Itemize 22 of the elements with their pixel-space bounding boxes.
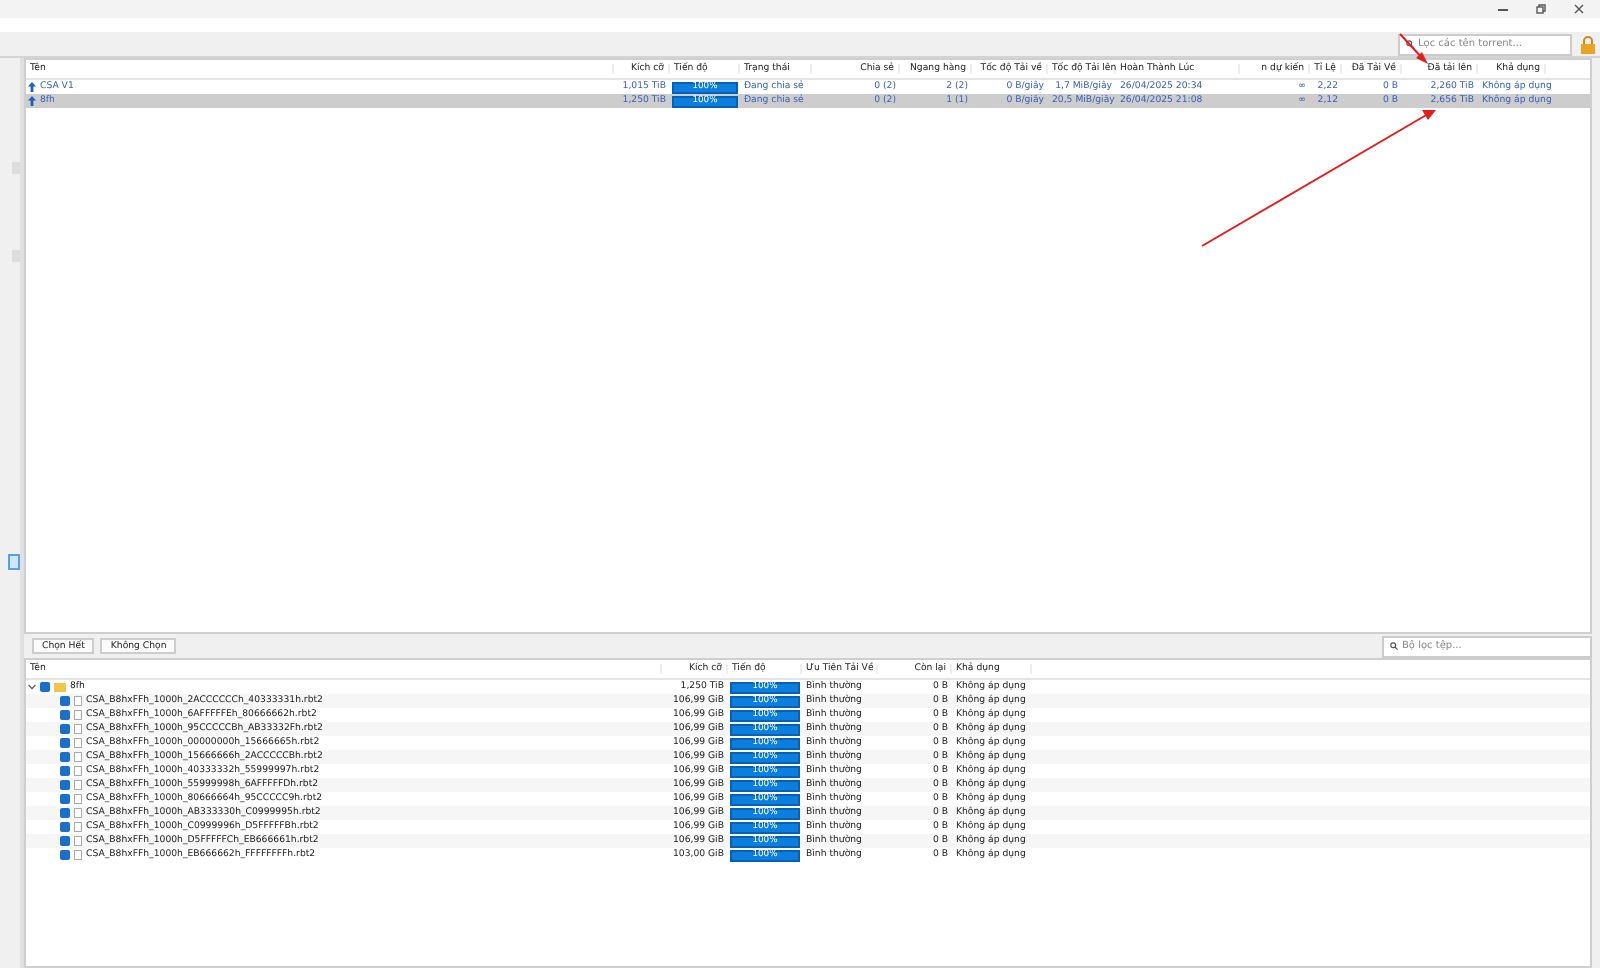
checkbox[interactable]	[60, 850, 70, 860]
checkbox[interactable]	[60, 724, 70, 734]
search-icon	[1406, 40, 1414, 48]
checkbox[interactable]	[60, 710, 70, 720]
checkbox[interactable]	[60, 808, 70, 818]
minimize-icon[interactable]	[1498, 7, 1508, 11]
sidebar-tab[interactable]	[8, 554, 20, 570]
restore-icon[interactable]	[1536, 4, 1546, 14]
checkbox[interactable]	[60, 822, 70, 832]
checkbox[interactable]	[60, 780, 70, 790]
checkbox[interactable]	[60, 836, 70, 846]
checkbox[interactable]	[60, 766, 70, 776]
lock-icon[interactable]	[1580, 35, 1596, 53]
folder-icon	[54, 682, 66, 692]
search-icon	[1390, 642, 1398, 650]
expand-caret-icon[interactable]	[28, 684, 36, 690]
checkbox[interactable]	[60, 752, 70, 762]
checkbox[interactable]	[40, 682, 50, 692]
checkbox[interactable]	[60, 696, 70, 706]
checkbox[interactable]	[60, 794, 70, 804]
close-icon[interactable]	[1574, 4, 1584, 14]
checkbox[interactable]	[60, 738, 70, 748]
